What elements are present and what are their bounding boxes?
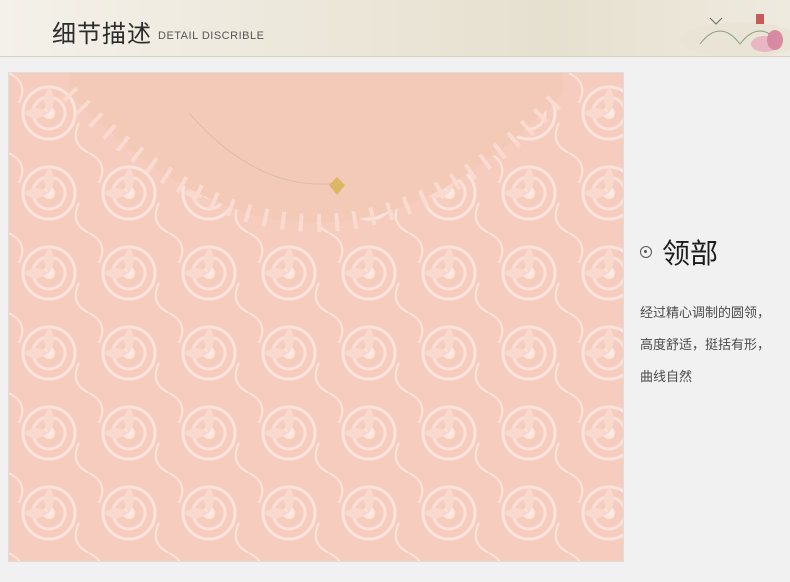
detail-description: 经过精心调制的圆领， 高度舒适，挺括有形， 曲线自然 <box>640 298 790 394</box>
detail-title: 领部 <box>662 237 719 270</box>
lace-neckline-photo <box>8 72 624 562</box>
neckline-detail: 领部 经过精心调制的圆领， 高度舒适，挺括有形， 曲线自然 <box>640 232 790 394</box>
banner-subtitle: DETAIL DISCRIBLE <box>158 30 265 42</box>
banner-title: 细节描述 <box>52 20 152 48</box>
circle-dot-icon <box>640 246 652 258</box>
header-banner: 细节描述 DETAIL DISCRIBLE <box>0 0 790 57</box>
pink-lace-neckline-photo <box>9 73 623 561</box>
description-line: 曲线自然 <box>640 370 693 385</box>
lotus-ink-painting-icon <box>680 14 790 56</box>
description-line: 高度舒适，挺括有形， <box>640 338 771 353</box>
description-line: 经过精心调制的圆领， <box>640 306 771 321</box>
detail-heading: 领部 <box>640 232 790 272</box>
